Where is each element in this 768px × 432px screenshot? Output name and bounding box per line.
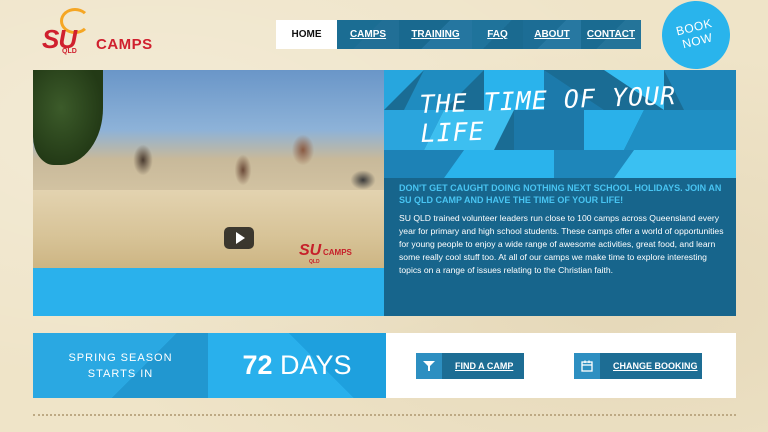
nav-about[interactable]: ABOUT [523,20,581,49]
countdown-label-box: SPRING SEASON STARTS IN [33,333,208,398]
find-a-camp-button[interactable]: FIND A CAMP [416,353,524,379]
video-watermark-su: SU [299,242,322,259]
change-booking-button[interactable]: CHANGE BOOKING [574,353,702,379]
nav-contact[interactable]: CONTACT [581,20,641,49]
filter-funnel-icon [416,353,442,379]
main-nav: HOME CAMPS TRAINING FAQ ABOUT CONTACT [276,20,641,49]
su-qld-camps-logo[interactable]: SU QLD CAMPS [40,8,160,55]
countdown-unit: DAYS [280,350,352,380]
countdown-days: 72 DAYS [208,350,386,381]
calendar-icon [574,353,600,379]
countdown-strip: SPRING SEASON STARTS IN 72 DAYS FIND A C… [33,333,736,398]
book-now-badge[interactable]: BOOK NOW [658,0,734,73]
logo-qld-text: QLD [62,48,77,55]
countdown-days-box: 72 DAYS [208,333,386,398]
nav-camps[interactable]: CAMPS [337,20,399,49]
nav-training[interactable]: TRAINING [399,20,472,49]
hero-tagline: THE TIME OF YOUR LIFE [418,81,677,148]
countdown-label-line2: STARTS IN [87,367,154,380]
change-booking-label: CHANGE BOOKING [613,361,698,371]
promo-video[interactable]: SU CAMPS QLD [33,70,384,268]
nav-home[interactable]: HOME [276,20,337,49]
hero-lead: DON'T GET CAUGHT DOING NOTHING NEXT SCHO… [399,183,722,206]
video-watermark-camps: CAMPS [323,248,352,257]
video-bottom-panel [33,268,384,316]
section-divider [33,414,736,416]
video-people [93,120,383,200]
hero-info-panel: THE TIME OF YOUR LIFE DON'T GET CAUGHT D… [384,70,736,316]
hero-body: SU QLD trained volunteer leaders run clo… [399,213,724,275]
hero-text-block: DON'T GET CAUGHT DOING NOTHING NEXT SCHO… [399,182,724,277]
find-a-camp-label: FIND A CAMP [455,361,514,371]
logo-camps-text: CAMPS [96,36,153,53]
hero-section: SU CAMPS QLD THE TIME OF YOUR LIFE DON'T… [33,70,736,316]
countdown-label-line1: SPRING SEASON [68,352,173,364]
video-watermark-qld: QLD [309,259,320,265]
countdown-label: SPRING SEASON STARTS IN [53,351,188,383]
countdown-number: 72 [242,350,273,380]
nav-faq[interactable]: FAQ [472,20,523,49]
play-icon[interactable] [224,227,254,249]
